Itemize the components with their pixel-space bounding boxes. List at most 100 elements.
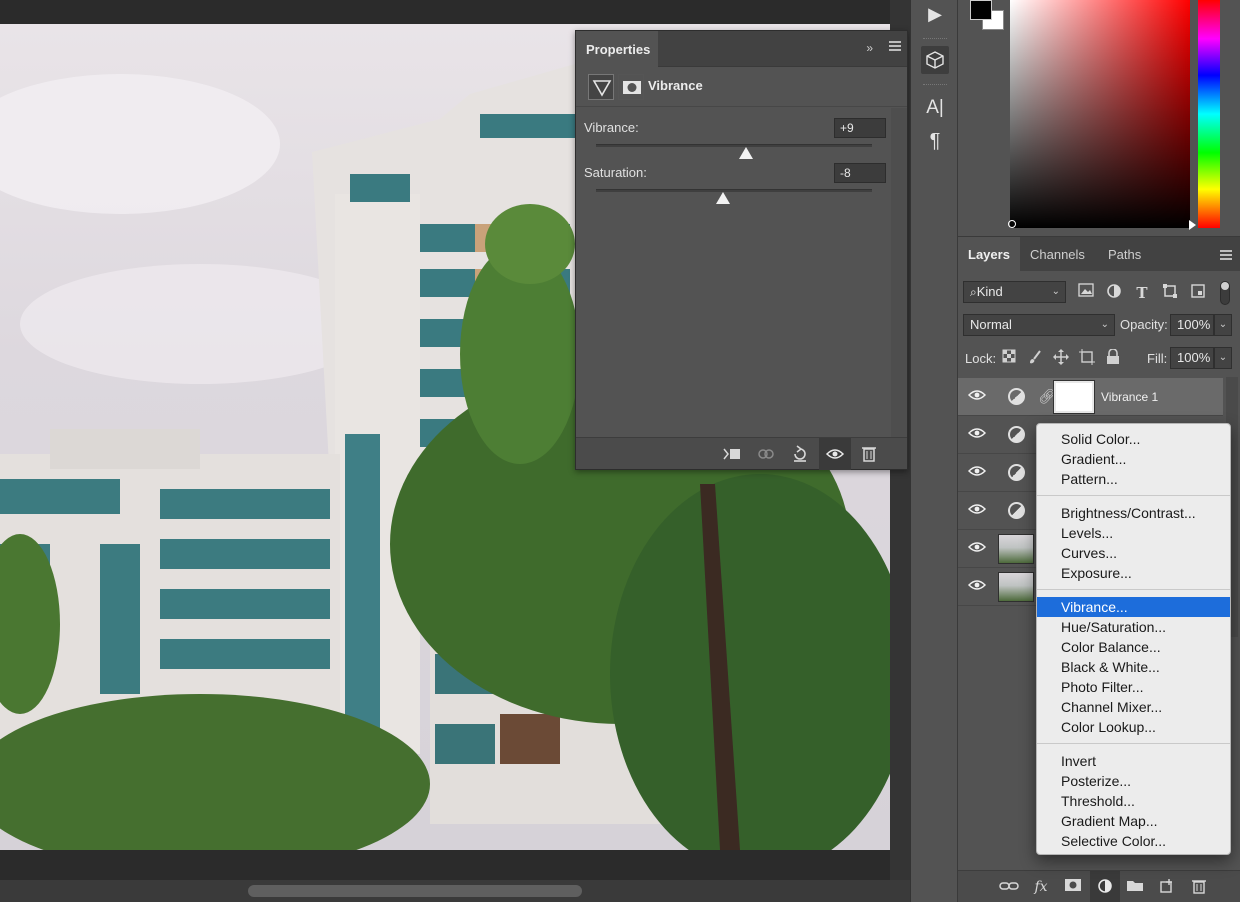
eye-icon[interactable] [825, 445, 845, 463]
fill-input[interactable]: 100% [1170, 347, 1214, 369]
character-panel-icon[interactable]: A| [921, 94, 949, 122]
canvas-horizontal-scroll-thumb[interactable] [248, 885, 582, 897]
saturation-slider-thumb[interactable] [715, 192, 730, 204]
menu-item-threshold[interactable]: Threshold... [1037, 791, 1230, 811]
new-group-folder-icon[interactable] [1124, 878, 1146, 896]
eye-icon[interactable] [966, 577, 988, 597]
layer-filter-select[interactable]: ⌕Kind ⌄ [963, 281, 1066, 303]
vibrance-adjustment-icon[interactable] [588, 74, 614, 100]
lock-artboard-icon[interactable] [1078, 349, 1096, 367]
eye-icon[interactable] [966, 425, 988, 445]
menu-item-levels[interactable]: Levels... [1037, 523, 1230, 543]
layer-name[interactable]: Vibrance 1 [1101, 390, 1158, 404]
play-icon[interactable]: ▶ [921, 0, 949, 28]
menu-item-color-lookup[interactable]: Color Lookup... [1037, 717, 1230, 737]
layer-filter-toggle[interactable] [1220, 281, 1230, 305]
reset-icon[interactable] [790, 445, 810, 463]
collapse-panel-icon[interactable]: » [866, 41, 873, 55]
menu-item-exposure[interactable]: Exposure... [1037, 563, 1230, 583]
add-mask-icon[interactable] [1062, 878, 1084, 896]
eye-icon[interactable] [966, 463, 988, 483]
paragraph-panel-icon[interactable]: ¶ [921, 127, 949, 155]
panel-grip[interactable] [923, 38, 947, 41]
menu-item-posterize[interactable]: Posterize... [1037, 771, 1230, 791]
properties-tab[interactable]: Properties [576, 31, 658, 67]
layers-tabbar: Layers Channels Paths [958, 237, 1240, 271]
properties-tabbar: Properties » [576, 31, 907, 67]
trash-icon[interactable] [859, 445, 879, 463]
lock-position-icon[interactable] [1052, 349, 1070, 367]
hue-slider[interactable] [1198, 0, 1220, 228]
vibrance-slider-track[interactable] [596, 144, 872, 147]
layers-menu-icon[interactable] [1220, 250, 1232, 262]
smart-object-filter-icon[interactable] [1188, 283, 1208, 303]
view-previous-state-icon[interactable] [756, 445, 776, 463]
lock-transparent-pixels-icon[interactable] [1000, 349, 1018, 367]
opacity-dropdown-icon[interactable]: ⌄ [1214, 314, 1232, 336]
new-layer-icon[interactable] [1156, 878, 1178, 896]
menu-item-vibrance[interactable]: Vibrance... [1037, 597, 1230, 617]
vibrance-label: Vibrance: [584, 120, 639, 135]
menu-item-invert[interactable]: Invert [1037, 751, 1230, 771]
link-layers-icon[interactable] [998, 878, 1020, 896]
properties-menu-icon[interactable] [889, 41, 901, 51]
eye-icon[interactable] [966, 501, 988, 521]
chevron-down-icon: ⌄ [1051, 286, 1060, 297]
menu-item-solid-color[interactable]: Solid Color... [1037, 429, 1230, 449]
adjustment-layer-icon [1008, 464, 1025, 481]
vibrance-slider-thumb[interactable] [739, 147, 754, 159]
menu-item-pattern[interactable]: Pattern... [1037, 469, 1230, 489]
panel-tool-strip: ▶ A| ¶ [910, 0, 958, 902]
hue-slider-marker[interactable] [1189, 220, 1196, 230]
color-field-cursor[interactable] [1008, 220, 1016, 228]
lock-label: Lock: [965, 351, 997, 366]
menu-item-black-white[interactable]: Black & White... [1037, 657, 1230, 677]
tab-layers[interactable]: Layers [958, 237, 1020, 271]
lock-all-icon[interactable] [1104, 348, 1122, 367]
eye-icon[interactable] [966, 387, 988, 407]
menu-item-brightness-contrast[interactable]: Brightness/Contrast... [1037, 503, 1230, 523]
menu-separator [1037, 589, 1230, 590]
layer-mask-thumbnail[interactable] [1054, 381, 1094, 413]
blend-mode-select[interactable]: Normal ⌄ [963, 314, 1115, 336]
tab-paths[interactable]: Paths [1098, 237, 1151, 271]
opacity-input[interactable]: 100% [1170, 314, 1214, 336]
color-panel [958, 0, 1240, 236]
lock-image-pixels-icon[interactable] [1026, 349, 1044, 367]
adjustment-layer-filter-icon[interactable] [1104, 283, 1124, 303]
menu-item-hue-saturation[interactable]: Hue/Saturation... [1037, 617, 1230, 637]
saturation-value-field[interactable]: -8 [834, 163, 886, 183]
layer-thumbnail[interactable] [998, 534, 1034, 564]
trash-icon[interactable] [1188, 878, 1210, 896]
layer-thumbnail[interactable] [998, 572, 1034, 602]
menu-item-curves[interactable]: Curves... [1037, 543, 1230, 563]
shape-layer-filter-icon[interactable] [1160, 283, 1180, 303]
document-top-strip [0, 0, 890, 24]
opacity-label: Opacity: [1120, 317, 1168, 332]
saturation-slider-track[interactable] [596, 189, 872, 192]
menu-item-color-balance[interactable]: Color Balance... [1037, 637, 1230, 657]
tab-channels[interactable]: Channels [1020, 237, 1095, 271]
foreground-color-swatch[interactable] [970, 0, 992, 20]
menu-item-selective-color[interactable]: Selective Color... [1037, 831, 1230, 851]
panel-grip[interactable] [923, 84, 947, 87]
menu-item-gradient-map[interactable]: Gradient Map... [1037, 811, 1230, 831]
properties-footer [576, 437, 907, 470]
layer-row-vibrance-1[interactable]: 🔗︎ Vibrance 1 [958, 378, 1223, 416]
color-saturation-field[interactable] [1010, 0, 1190, 228]
menu-item-channel-mixer[interactable]: Channel Mixer... [1037, 697, 1230, 717]
new-adjustment-layer-icon[interactable] [1094, 878, 1116, 896]
vibrance-value-field[interactable]: +9 [834, 118, 886, 138]
type-layer-filter-icon[interactable]: T [1132, 283, 1152, 303]
menu-item-gradient[interactable]: Gradient... [1037, 449, 1230, 469]
fill-dropdown-icon[interactable]: ⌄ [1214, 347, 1232, 369]
pixel-layer-filter-icon[interactable] [1076, 283, 1096, 303]
menu-item-photo-filter[interactable]: Photo Filter... [1037, 677, 1230, 697]
clip-to-layer-icon[interactable] [722, 445, 742, 463]
fill-label: Fill: [1147, 351, 1168, 366]
layer-style-fx-icon[interactable]: fx [1030, 878, 1052, 896]
3d-cube-icon[interactable] [921, 46, 949, 74]
eye-icon[interactable] [966, 539, 988, 559]
layer-mask-icon[interactable] [618, 74, 644, 100]
properties-scrollbar[interactable] [891, 108, 907, 438]
